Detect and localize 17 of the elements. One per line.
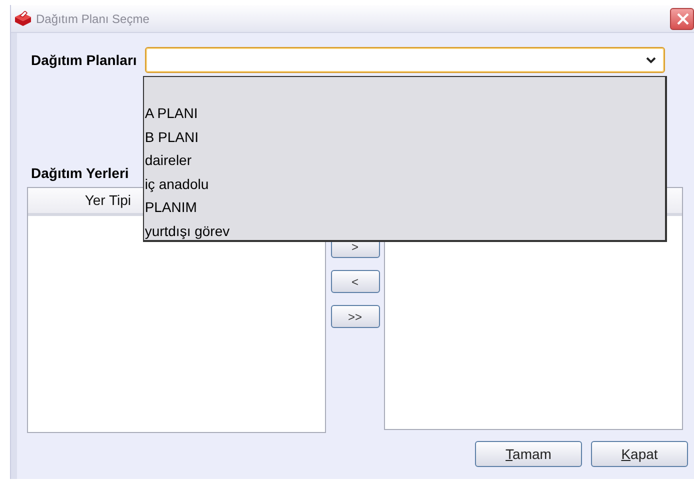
- close-icon: [676, 12, 690, 26]
- move-button[interactable]: <: [330, 270, 380, 293]
- column-header[interactable]: Yer Tipi: [28, 188, 142, 213]
- app-icon: [14, 10, 32, 26]
- chevron-down-icon: [646, 56, 656, 64]
- dropdown-option[interactable]: PLANIM: [144, 195, 665, 218]
- close-button[interactable]: [670, 8, 694, 30]
- field-label: Dağıtım Planları: [31, 52, 137, 68]
- dropdown-option[interactable]: B PLANI: [144, 124, 665, 148]
- close-dialog-button[interactable]: Kapat: [591, 441, 688, 467]
- dropdown-option[interactable]: A PLANI: [144, 101, 665, 124]
- dropdown-option[interactable]: iç anadolu: [144, 172, 665, 195]
- section-label: Dağıtım Yerleri: [31, 165, 129, 181]
- dropdown-option[interactable]: daireler: [144, 148, 665, 172]
- ok-button[interactable]: Tamam: [475, 441, 582, 467]
- move-button[interactable]: >>: [330, 305, 380, 328]
- window-title: Dağıtım Planı Seçme: [36, 12, 150, 26]
